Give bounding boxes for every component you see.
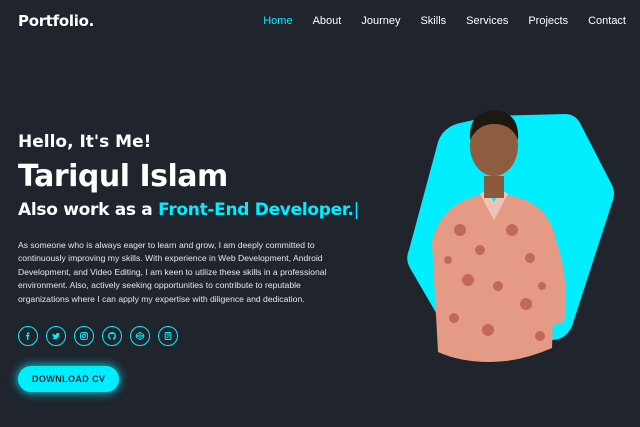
- twitter-icon[interactable]: [46, 326, 66, 347]
- profile-photo: [407, 110, 614, 362]
- nav-projects[interactable]: Projects: [528, 15, 568, 27]
- nav-services[interactable]: Services: [466, 15, 508, 27]
- nav-journey[interactable]: Journey: [361, 15, 400, 27]
- site-header: Portfolio. Home About Journey Skills Ser…: [0, 0, 640, 44]
- nav-contact[interactable]: Contact: [588, 15, 626, 27]
- home-section: Hello, It's Me! Tariqul Islam Also work …: [18, 132, 360, 393]
- main-nav: Home About Journey Skills Services Proje…: [263, 15, 626, 27]
- person-name: Tariqul Islam: [18, 159, 228, 194]
- role-line: Also work as a Front-End Developer.|: [18, 199, 360, 221]
- social-links: [18, 326, 358, 347]
- download-cv-button[interactable]: DOWNLOAD CV: [18, 366, 120, 393]
- facebook-icon[interactable]: [18, 326, 38, 347]
- github-icon[interactable]: [102, 326, 122, 347]
- role-prefix: Also work as a: [18, 200, 159, 220]
- logo[interactable]: Portfolio.: [18, 12, 94, 30]
- role-highlight: Front-End Developer.: [158, 200, 354, 220]
- nav-skills[interactable]: Skills: [420, 15, 446, 27]
- codepen-icon[interactable]: [130, 326, 150, 347]
- description: As someone who is always eager to learn …: [18, 240, 327, 304]
- greeting: Hello, It's Me!: [18, 132, 152, 152]
- instagram-icon[interactable]: [74, 326, 94, 347]
- blog-icon[interactable]: [158, 326, 178, 347]
- nav-home[interactable]: Home: [263, 15, 292, 27]
- hero-image: [380, 90, 620, 370]
- typing-cursor: |: [353, 200, 360, 220]
- nav-about[interactable]: About: [313, 15, 342, 27]
